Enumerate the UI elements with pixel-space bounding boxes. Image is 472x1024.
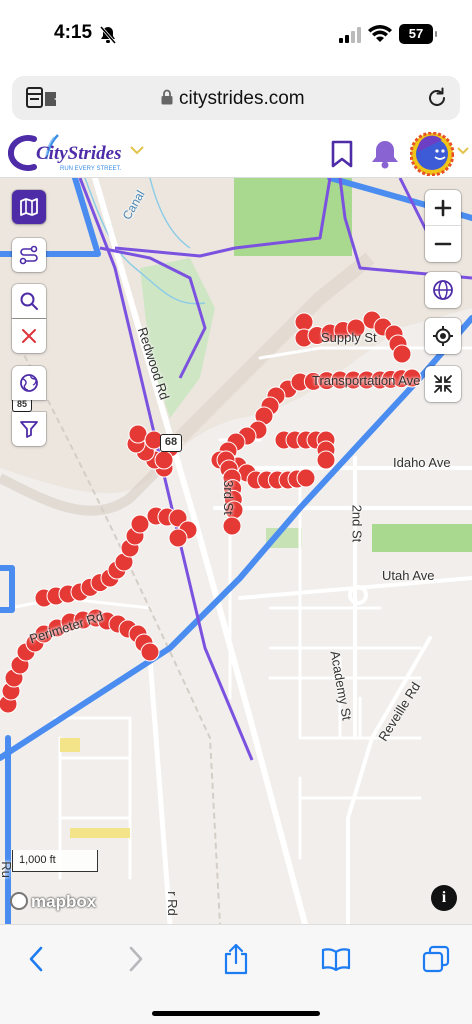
- wifi-icon: [368, 24, 392, 44]
- street-node[interactable]: [154, 450, 174, 470]
- browser-toolbar: [0, 924, 472, 1024]
- minus-icon: [434, 242, 452, 246]
- battery-indicator: 57: [399, 24, 437, 44]
- status-time: 4:15: [54, 22, 93, 43]
- street-node[interactable]: [140, 642, 160, 662]
- label-idaho-ave: Idaho Ave: [393, 455, 451, 470]
- close-icon: [22, 329, 36, 343]
- chevron-right-icon: [129, 946, 143, 972]
- tabs-button[interactable]: [418, 941, 454, 977]
- filter-icon: [20, 421, 38, 438]
- collapse-arrows-icon: [434, 375, 452, 393]
- street-node[interactable]: [316, 450, 336, 470]
- globe-icon: [433, 280, 453, 300]
- notification-bell-icon[interactable]: [368, 138, 402, 170]
- label-transportation-ave: Transportation Ave: [312, 373, 421, 388]
- share-button[interactable]: [218, 941, 254, 977]
- lock-icon: [161, 89, 173, 105]
- cell-signal-icon: [339, 27, 363, 43]
- mapbox-text: mapbox: [31, 892, 97, 911]
- street-node[interactable]: [128, 424, 148, 444]
- site-header: CityStrides RUN EVERY STREET.: [0, 130, 472, 178]
- map-scale: 1,000 ft: [12, 850, 98, 872]
- bookmarks-button[interactable]: [318, 941, 354, 977]
- forward-button[interactable]: [118, 941, 154, 977]
- label-utah-ave: Utah Ave: [382, 568, 435, 583]
- citystrides-logo[interactable]: CityStrides RUN EVERY STREET.: [7, 133, 122, 175]
- label-2nd-st: 2nd St: [349, 504, 365, 543]
- route-button[interactable]: [12, 238, 46, 272]
- search-icon: [20, 292, 38, 310]
- globe-filter-button[interactable]: [12, 366, 46, 400]
- page-menu-icon[interactable]: [26, 87, 58, 109]
- mapbox-logo-icon: [10, 892, 28, 910]
- search-button[interactable]: [12, 284, 46, 318]
- clear-button[interactable]: [12, 319, 46, 353]
- bookmark-icon[interactable]: [330, 140, 354, 168]
- chevron-down-icon[interactable]: [130, 142, 144, 158]
- street-node[interactable]: [222, 516, 242, 536]
- share-icon: [224, 943, 248, 975]
- label-3rd-st: 3rd St: [220, 480, 236, 515]
- avatar-chevron-icon[interactable]: [457, 144, 469, 158]
- logo-wordmark: CityStrides: [36, 143, 122, 164]
- globe-view-button[interactable]: [425, 272, 461, 308]
- logo-tagline: RUN EVERY STREET.: [60, 166, 121, 172]
- plus-icon: [434, 199, 452, 216]
- globe-icon: [20, 374, 38, 392]
- label-r-rd: r Rd: [164, 891, 180, 916]
- locate-me-button[interactable]: [425, 318, 461, 354]
- mapbox-attribution[interactable]: mapbox: [10, 892, 96, 912]
- route-85-shield: 85: [12, 398, 32, 412]
- url-text[interactable]: citystrides.com: [179, 88, 305, 110]
- street-node[interactable]: [294, 312, 314, 332]
- home-indicator: [152, 1011, 320, 1016]
- address-bar[interactable]: citystrides.com: [12, 76, 460, 120]
- crosshair-icon: [433, 326, 453, 346]
- reload-icon[interactable]: [426, 87, 448, 109]
- node-overlay: [0, 310, 422, 714]
- chevron-left-icon: [29, 946, 43, 972]
- street-node[interactable]: [296, 468, 316, 488]
- street-node[interactable]: [130, 514, 150, 534]
- book-icon: [321, 948, 351, 971]
- filter-button[interactable]: [12, 412, 46, 446]
- back-button[interactable]: [18, 941, 54, 977]
- map-layers-button[interactable]: [12, 190, 46, 224]
- tabs-icon: [422, 945, 450, 973]
- map-icon: [20, 198, 38, 216]
- zoom-controls: [425, 190, 461, 262]
- bell-slash-icon: [99, 26, 117, 48]
- street-node[interactable]: [168, 528, 188, 548]
- zoom-in-button[interactable]: [425, 190, 461, 226]
- street-node[interactable]: [392, 344, 412, 364]
- status-bar: 4:15 57: [0, 0, 472, 70]
- route-68-shield: 68: [160, 434, 182, 452]
- route-icon: [19, 245, 38, 265]
- collapse-button[interactable]: [425, 366, 461, 402]
- map-view[interactable]: Canal Redwood Rd Supply St Transportatio…: [0, 178, 472, 924]
- label-supply-st: Supply St: [321, 330, 377, 345]
- zoom-out-button[interactable]: [425, 226, 461, 262]
- info-icon[interactable]: i: [431, 885, 457, 911]
- avatar[interactable]: [409, 131, 455, 177]
